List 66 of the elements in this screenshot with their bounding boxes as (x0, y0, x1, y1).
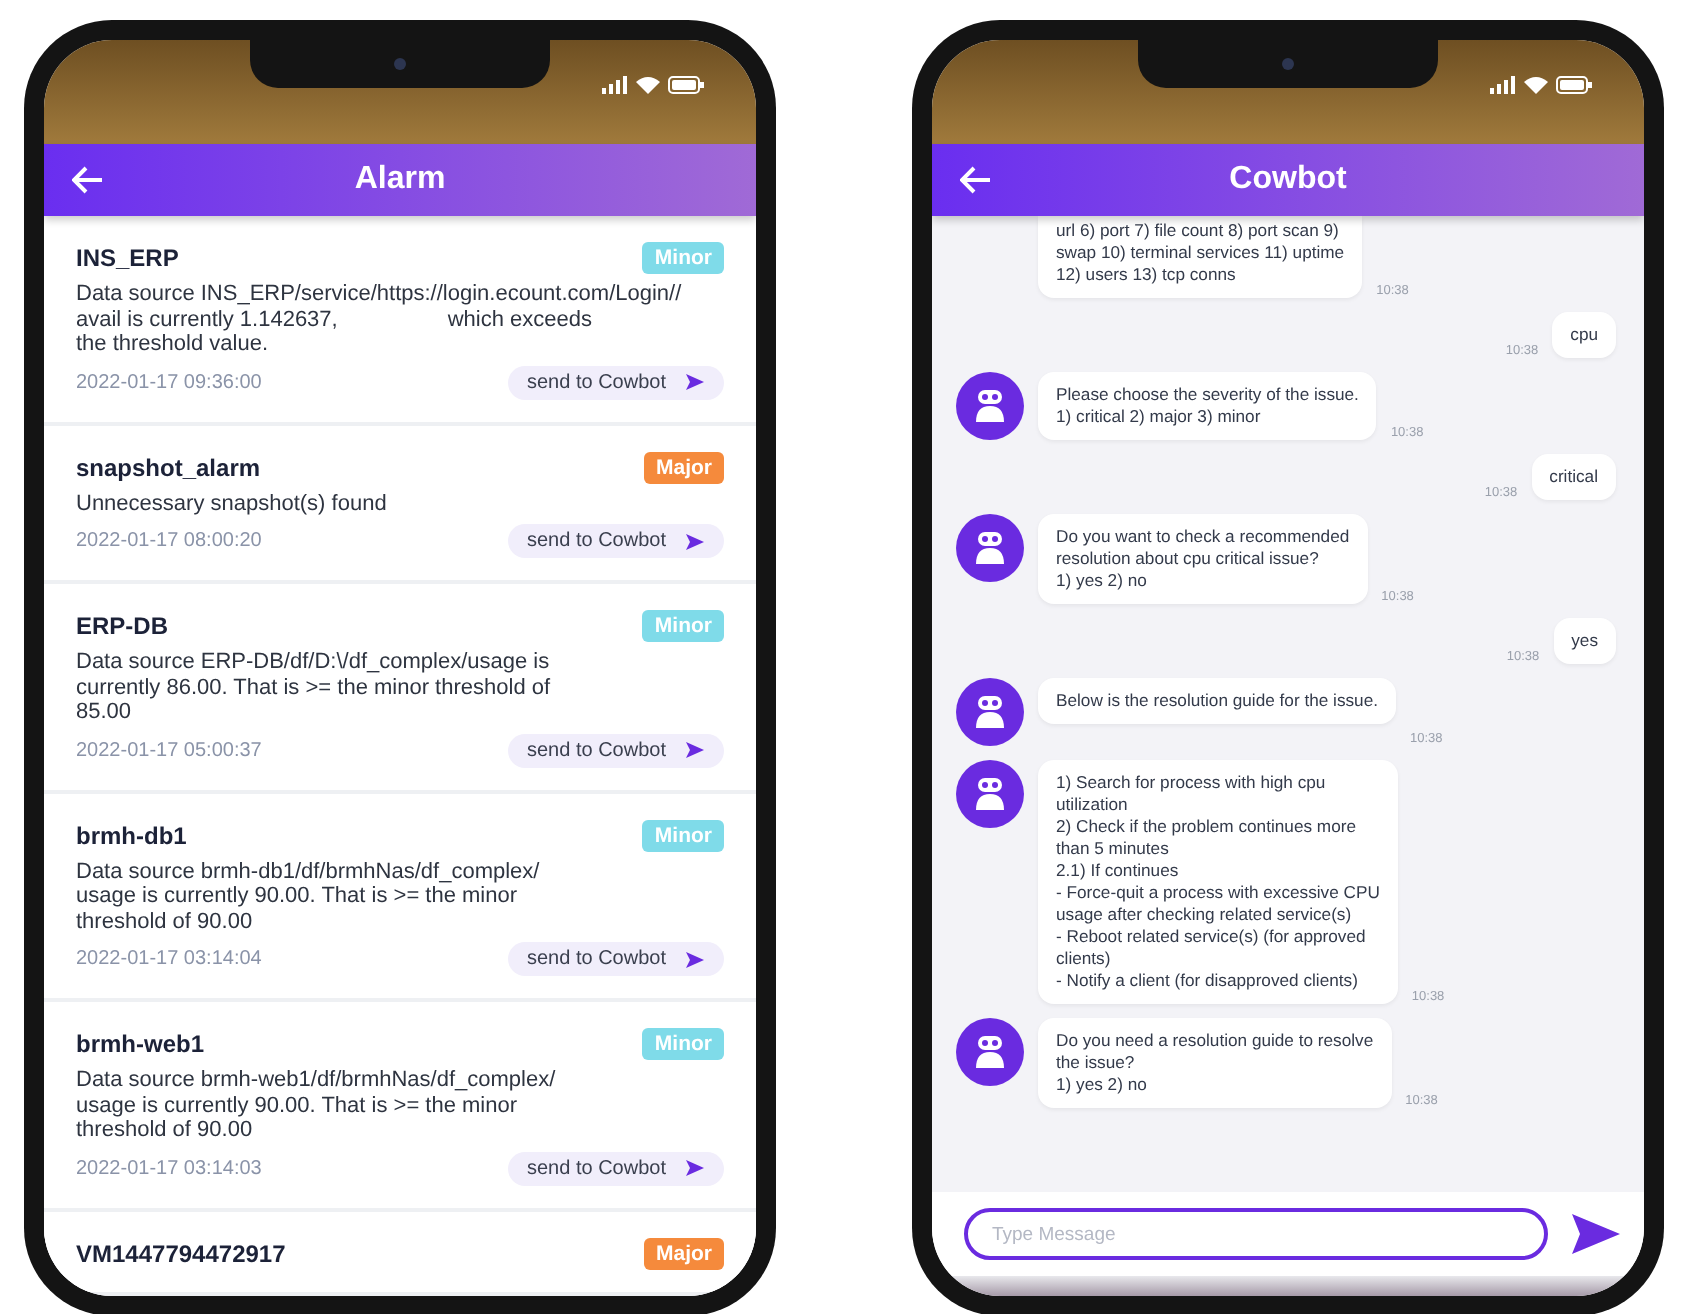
alarm-name: VM1447794472917 (76, 1239, 286, 1267)
battery-icon (1556, 75, 1592, 93)
alarm-card[interactable]: VM1447794472917 Major (44, 1211, 756, 1291)
alarm-card[interactable]: brmh-web1 Minor Data source brmh-web1/df/brmhNas/df_complex/ usage is currently 90.00. That is >= the minor threshold of 90.00 2022-01-17 03:14:03 send to Cowbot (44, 1002, 756, 1207)
send-to-cowbot-button[interactable]: send to Cowbot (507, 942, 724, 976)
robot-avatar-icon (956, 1018, 1024, 1086)
send-to-cowbot-button[interactable]: send to Cowbot (507, 524, 724, 558)
severity-label: Major (643, 1237, 724, 1269)
robot-avatar-icon (956, 514, 1024, 582)
alarm-message: Data source INS_ERP/service/https://login.ecount.com/Login// avail is currently 1.142637, which exceeds the threshold value. (76, 282, 684, 357)
alarm-time: 2022-01-17 05:00:37 (76, 739, 262, 761)
send-icon (686, 742, 704, 758)
severity-label: Minor (642, 610, 724, 642)
alarm-card[interactable]: INS_ERP Minor Data source INS_ERP/service/https://login.ecount.com/Login// avail is currently 1.142637, which exceeds the threshold value. 2022-01-17 09:36:00 send to Cowbot (44, 216, 756, 421)
send-to-cowbot-button[interactable]: send to Cowbot (507, 1151, 724, 1185)
camera-icon (394, 58, 406, 70)
screen-title: Cowbot (1227, 162, 1349, 198)
robot-avatar-icon (956, 372, 1024, 440)
screen-title: Alarm (352, 162, 448, 198)
message-bubble: url 6) port 7) file count 8) port scan 9) swap 10) terminal services 11) uptime 12) users 13) tcp conns (1038, 216, 1363, 298)
send-icon (686, 951, 704, 967)
send-icon (686, 533, 704, 549)
message-bubble: Please choose the severity of the issue. 1) critical 2) major 3) minor (1038, 372, 1377, 440)
signal-icon (602, 75, 628, 93)
message-bubble: Do you want to check a recommended resolution about cpu critical issue? 1) yes 2) no (1038, 514, 1368, 604)
message-bubble: Below is the resolution guide for the issue. (1038, 678, 1396, 724)
send-to-cowbot-button[interactable]: send to Cowbot (507, 733, 724, 767)
alarm-card[interactable]: snapshot_alarm Major Unnecessary snapshot(s) found 2022-01-17 08:00:20 send to Cowbot (44, 425, 756, 580)
alarm-message: Data source brmh-web1/df/brmhNas/df_complex/ usage is currently 90.00. That is >= the minor threshold of 90.00 (76, 1068, 558, 1143)
alarm-message: Unnecessary snapshot(s) found (76, 491, 389, 516)
alarm-name: INS_ERP (76, 244, 179, 272)
severity-label: Major (643, 451, 724, 483)
message-bubble: critical (1531, 454, 1616, 500)
robot-avatar-icon (956, 760, 1024, 828)
send-icon (686, 374, 704, 390)
alarm-time: 2022-01-17 08:00:20 (76, 530, 262, 552)
alarm-time: 2022-01-17 03:14:04 (76, 948, 262, 970)
alarm-card[interactable]: ERP-DB Minor Data source ERP-DB/df/D:\/df_complex/usage is currently 86.00. That is >= the minor threshold of 85.00 2022-01-17 05:00:37 send to Cowbot (44, 584, 756, 789)
alarm-message: Data source ERP-DB/df/D:\/df_complex/usage is currently 86.00. That is >= the minor threshold of 85.00 (76, 650, 553, 725)
wifi-icon (1524, 75, 1548, 93)
alarm-name: snapshot_alarm (76, 453, 261, 481)
send-to-cowbot-button[interactable]: send to Cowbot (507, 365, 724, 399)
alarm-name: brmh-web1 (76, 1030, 205, 1058)
robot-avatar-icon (956, 678, 1024, 746)
alarm-name: brmh-db1 (76, 821, 187, 849)
back-arrow-icon[interactable] (960, 166, 992, 194)
message-bubble: 1) Search for process with high cpu utilization 2) Check if the problem continues more than 5 minutes 2.1) If continues - Force-quit a process with excessive CPU usage after checking related service(s) - Reboot related service(s) (for approved clients) - Notify a client (for disapproved clients) (1038, 760, 1398, 1004)
alarm-name: ERP-DB (76, 612, 169, 640)
alarm-card[interactable]: brmh-db1 Minor Data source brmh-db1/df/brmhNas/df_complex/ usage is currently 90.00. That is >= the minor threshold of 90.00 2022-01-17 03:14:04 send to Cowbot (44, 793, 756, 998)
message-bubble: yes (1553, 618, 1616, 664)
battery-icon (668, 75, 704, 93)
alarm-time: 2022-01-17 03:14:03 (76, 1157, 262, 1179)
signal-icon (1490, 75, 1516, 93)
send-icon[interactable] (1572, 1214, 1620, 1254)
alarm-time: 2022-01-17 09:36:00 (76, 371, 262, 393)
message-input-field[interactable]: Type Message (964, 1208, 1548, 1260)
send-icon (686, 1160, 704, 1176)
severity-label: Minor (642, 1028, 724, 1060)
message-bubble: cpu (1552, 312, 1616, 358)
back-arrow-icon[interactable] (72, 166, 104, 194)
alarm-message: Data source brmh-db1/df/brmhNas/df_complex/ usage is currently 90.00. That is >= the minor threshold of 90.00 (76, 859, 542, 934)
severity-label: Minor (642, 819, 724, 851)
camera-icon (1282, 58, 1294, 70)
severity-label: Minor (642, 242, 724, 274)
wifi-icon (636, 75, 660, 93)
message-bubble: Do you need a resolution guide to resolve the issue? 1) yes 2) no (1038, 1018, 1392, 1108)
